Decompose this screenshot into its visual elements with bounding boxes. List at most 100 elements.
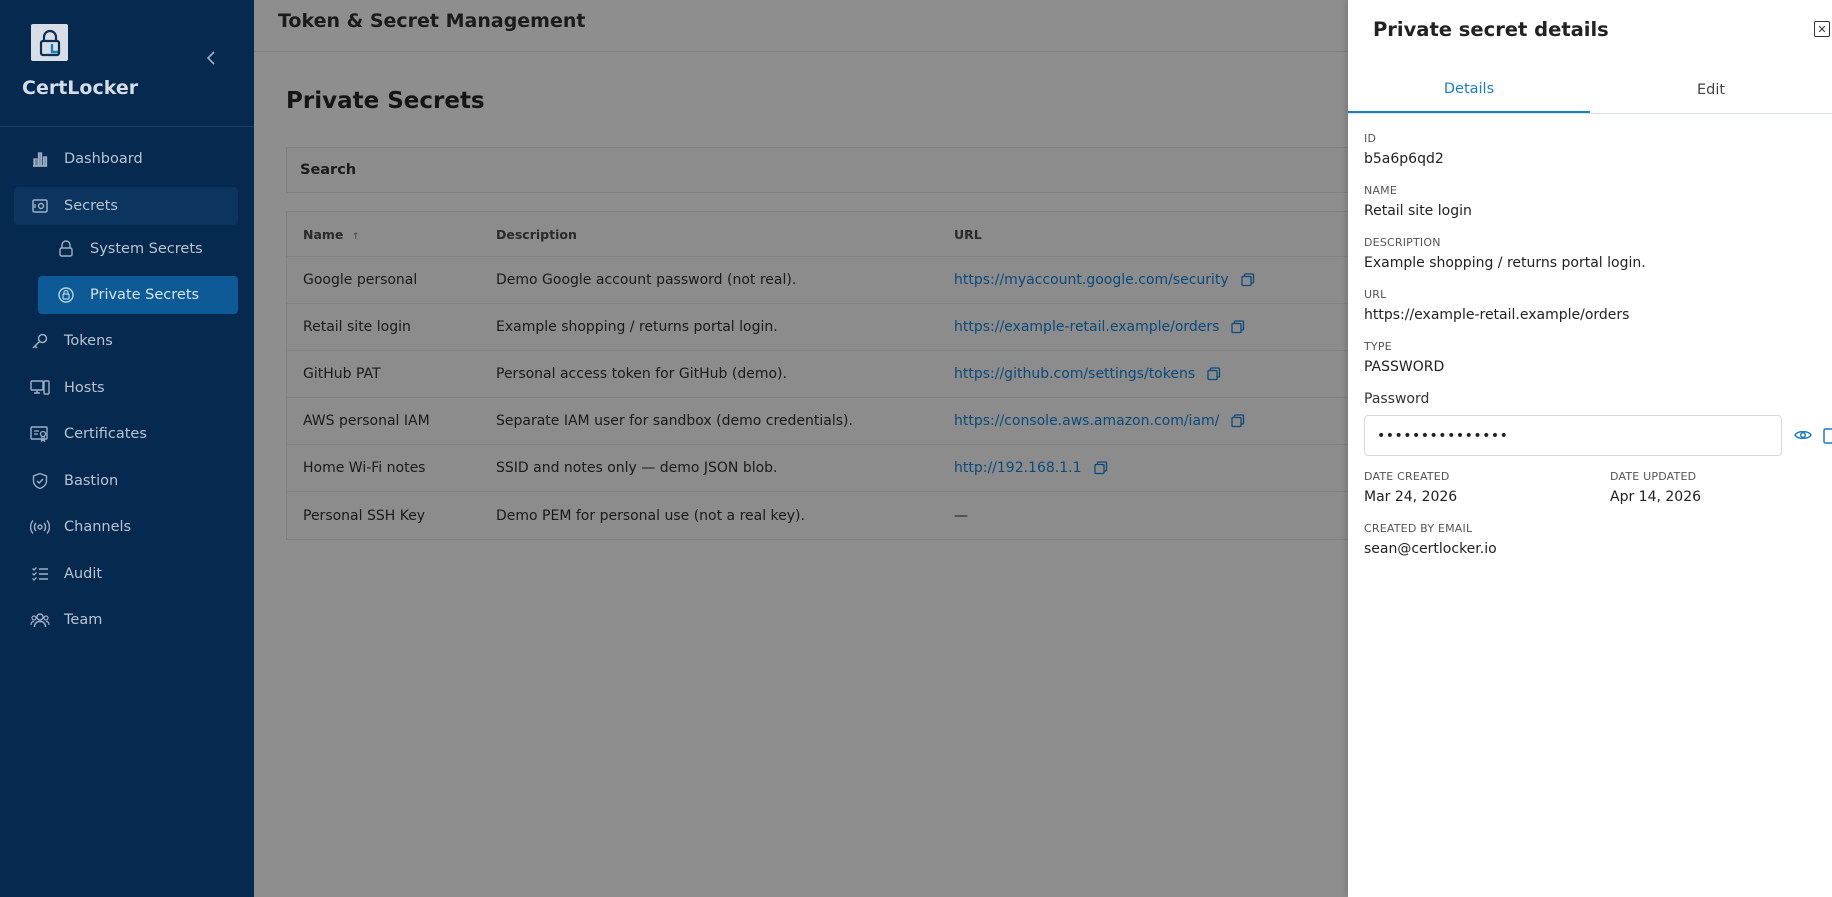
sidebar-item-dashboard[interactable]: Dashboard	[14, 140, 238, 178]
drawer-tabs: Details Edit	[1348, 67, 1832, 114]
sidebar-item-private-secrets[interactable]: Private Secrets	[38, 276, 238, 314]
sidebar: CertLocker Dashboard Secrets System Secr…	[0, 0, 254, 897]
copy-icon[interactable]	[1231, 414, 1245, 428]
cell-description: Demo PEM for personal use (not a real ke…	[496, 507, 805, 524]
sidebar-item-label: System Secrets	[90, 241, 203, 257]
description-value: Example shopping / returns portal login.	[1364, 255, 1646, 271]
chevron-left-icon	[206, 51, 215, 65]
column-header-name[interactable]: Name ↑	[287, 227, 480, 242]
sidebar-item-label: Team	[64, 612, 103, 628]
app-name: CertLocker	[22, 77, 139, 99]
copy-icon[interactable]	[1093, 461, 1108, 475]
cell-name: AWS personal IAM	[303, 413, 430, 429]
main-content: Token & Secret Management Private Secret…	[254, 0, 1348, 897]
broadcast-icon	[30, 517, 50, 537]
clipboard-icon	[1823, 428, 1832, 444]
password-field[interactable]: •••••••••••••••	[1364, 415, 1782, 456]
sidebar-item-secrets[interactable]: Secrets	[14, 187, 238, 225]
top-bar: Token & Secret Management	[254, 0, 1348, 52]
cell-description: Personal access token for GitHub (demo).	[496, 366, 787, 382]
cell-url: https://example-retail.example/orders	[938, 319, 1348, 335]
sort-ascending-icon: ↑	[351, 231, 360, 242]
id-label: ID	[1364, 132, 1377, 145]
cell-name: Retail site login	[303, 319, 411, 335]
sidebar-item-channels[interactable]: Channels	[14, 508, 238, 546]
sidebar-item-team[interactable]: Team	[14, 601, 238, 639]
date-updated-label: DATE UPDATED	[1610, 470, 1697, 483]
url-link[interactable]: https://console.aws.amazon.com/iam/	[954, 413, 1219, 429]
server-icon	[30, 378, 50, 398]
copy-icon[interactable]	[1231, 320, 1245, 334]
copy-icon[interactable]	[1241, 273, 1255, 287]
sidebar-item-label: Dashboard	[64, 151, 143, 167]
cell-name: GitHub PAT	[303, 366, 381, 382]
table-row[interactable]: GitHub PAT Personal access token for Git…	[287, 351, 1348, 398]
brand: CertLocker	[0, 0, 254, 127]
eye-icon	[1794, 430, 1812, 440]
cell-name: Home Wi-Fi notes	[303, 460, 426, 476]
date-created-label: DATE CREATED	[1364, 470, 1450, 483]
type-value: PASSWORD	[1364, 359, 1445, 375]
sidebar-item-label: Channels	[64, 519, 132, 535]
copy-icon[interactable]	[1207, 367, 1221, 381]
url-link[interactable]: https://example-retail.example/orders	[954, 319, 1219, 335]
name-label: NAME	[1364, 184, 1397, 197]
sidebar-item-label: Tokens	[64, 333, 113, 349]
url-link[interactable]: https://myaccount.google.com/security	[954, 272, 1229, 288]
page-title: Private Secrets	[286, 88, 485, 114]
table-row[interactable]: Google personal Demo Google account pass…	[287, 257, 1348, 304]
lock-circle-icon	[56, 285, 76, 305]
sidebar-item-bastion[interactable]: Bastion	[14, 462, 238, 500]
url-link[interactable]: http://192.168.1.1	[954, 460, 1082, 476]
tab-details[interactable]: Details	[1348, 67, 1590, 113]
secret-details-drawer: Private secret details ✕ Details Edit ID…	[1348, 0, 1832, 897]
table-header: Name ↑ Description URL	[287, 212, 1348, 257]
table-row[interactable]: Retail site login Example shopping / ret…	[287, 304, 1348, 351]
sidebar-item-system-secrets[interactable]: System Secrets	[38, 230, 238, 268]
cell-name: Google personal	[303, 272, 418, 288]
sidebar-item-audit[interactable]: Audit	[14, 555, 238, 593]
sidebar-item-label: Private Secrets	[90, 287, 200, 303]
vault-icon	[30, 196, 50, 216]
certlocker-logo	[31, 24, 68, 61]
sidebar-item-tokens[interactable]: Tokens	[14, 322, 238, 360]
date-updated-value: Apr 14, 2026	[1610, 489, 1702, 505]
cell-url: —	[954, 507, 968, 524]
certificate-icon	[30, 424, 50, 444]
lock-logo-icon	[39, 29, 60, 56]
url-link[interactable]: https://github.com/settings/tokens	[954, 366, 1195, 382]
table-row[interactable]: AWS personal IAM Separate IAM user for s…	[287, 398, 1348, 445]
copy-password-button[interactable]	[1822, 426, 1832, 444]
header-title: Token & Secret Management	[278, 9, 586, 32]
password-masked-value: •••••••••••••••	[1377, 427, 1509, 444]
sidebar-item-certificates[interactable]: Certificates	[14, 415, 238, 453]
table-row[interactable]: Personal SSH Key Demo PEM for personal u…	[287, 492, 1348, 539]
sidebar-item-hosts[interactable]: Hosts	[14, 369, 238, 407]
close-button[interactable]: ✕	[1814, 21, 1830, 37]
sidebar-item-label: Secrets	[64, 198, 118, 214]
show-password-button[interactable]	[1794, 426, 1812, 444]
url-label: URL	[1364, 288, 1387, 301]
created-by-value: sean@certlocker.io	[1364, 541, 1497, 557]
cell-description: Separate IAM user for sandbox (demo cred…	[496, 413, 853, 429]
users-icon	[30, 610, 50, 630]
url-value: https://example-retail.example/orders	[1364, 307, 1630, 323]
cell-description: Example shopping / returns portal login.	[496, 319, 778, 335]
secrets-table: Name ↑ Description URL Google personal D…	[286, 211, 1348, 540]
list-check-icon	[30, 564, 50, 584]
shield-icon	[30, 471, 50, 491]
search-input[interactable]: Search	[286, 147, 1348, 193]
cell-description: SSID and notes only — demo JSON blob.	[496, 460, 778, 476]
bar-chart-icon	[30, 149, 50, 169]
lock-icon	[56, 239, 76, 259]
password-label: Password	[1364, 391, 1430, 407]
sidebar-item-label: Audit	[64, 566, 103, 582]
collapse-sidebar-button[interactable]	[203, 48, 219, 68]
cell-url: http://192.168.1.1	[938, 460, 1348, 476]
created-by-label: CREATED BY EMAIL	[1364, 522, 1473, 535]
tab-edit[interactable]: Edit	[1590, 67, 1832, 113]
sidebar-item-label: Hosts	[64, 380, 105, 396]
search-label: Search	[300, 162, 357, 178]
table-row[interactable]: Home Wi-Fi notes SSID and notes only — d…	[287, 445, 1348, 492]
cell-description: Demo Google account password (not real).	[496, 272, 797, 288]
